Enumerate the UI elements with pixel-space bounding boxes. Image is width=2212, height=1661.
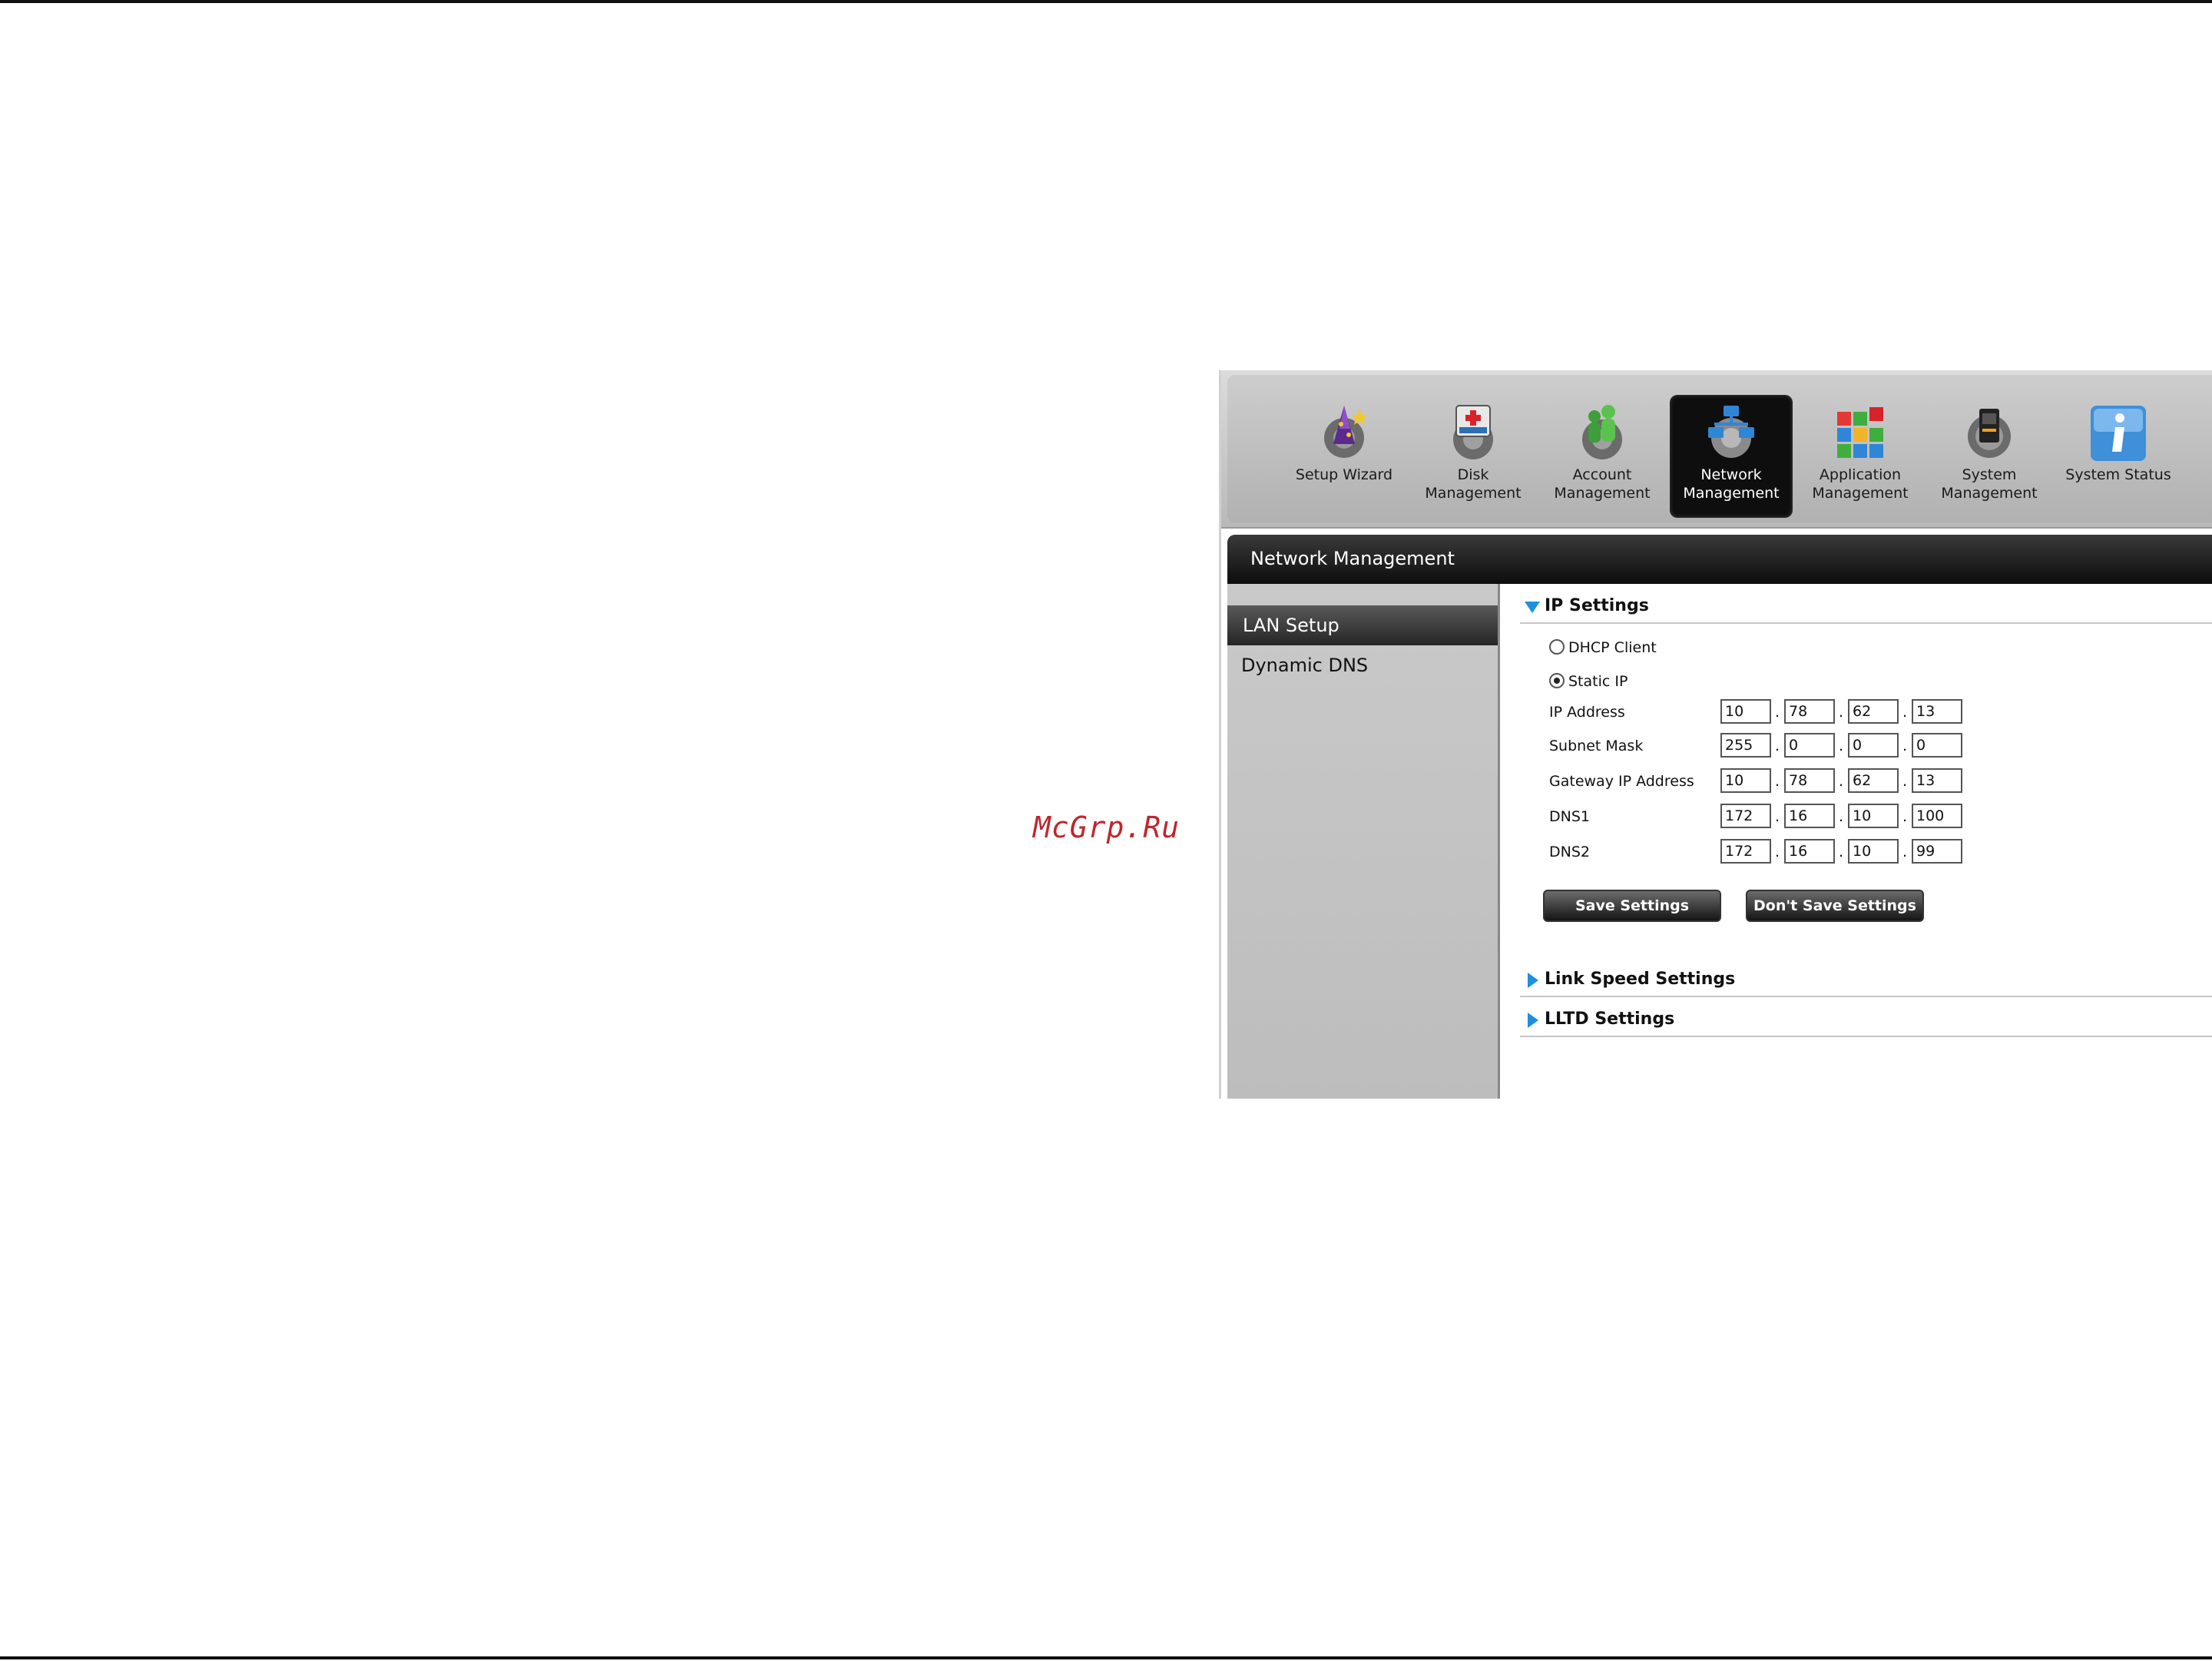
link-speed-settings-title: Link Speed Settings bbox=[1545, 970, 1736, 989]
dns2-octet-3[interactable] bbox=[1848, 839, 1899, 864]
watermark-text: McGrp.Ru bbox=[1033, 811, 1181, 844]
link-speed-settings-header[interactable]: Link Speed Settings bbox=[1520, 968, 2212, 997]
save-settings-button[interactable]: Save Settings bbox=[1543, 890, 1721, 922]
toolbar-label: Disk Management bbox=[1425, 466, 1522, 502]
toolbar-label: Account Management bbox=[1554, 466, 1651, 502]
dhcp-client-label: DHCP Client bbox=[1568, 639, 1657, 656]
toolbar-label: System Status bbox=[2065, 466, 2171, 483]
network-icon bbox=[1708, 406, 1754, 458]
toolbar-label: System Management bbox=[1941, 466, 2038, 502]
toolbar-label: Setup Wizard bbox=[1295, 466, 1393, 483]
gateway-octet-4[interactable] bbox=[1912, 768, 1962, 793]
panel-title: Network Management bbox=[1250, 548, 1455, 569]
ip-address-label: IP Address bbox=[1549, 704, 1625, 721]
ip-settings-actions: Save Settings Don't Save Settings bbox=[1543, 890, 2004, 923]
triangle-right-icon bbox=[1528, 1013, 1538, 1028]
lltd-settings-title: LLTD Settings bbox=[1545, 1010, 1675, 1029]
dns1-label: DNS1 bbox=[1549, 808, 1590, 825]
triangle-right-icon bbox=[1528, 973, 1538, 988]
dns1-octet-3[interactable] bbox=[1848, 804, 1899, 828]
nas-web-ui: Setup Wizard Disk Management Account Man… bbox=[1219, 370, 2212, 1099]
sidebar-item-dynamic-dns[interactable]: Dynamic DNS bbox=[1227, 645, 1498, 685]
subnet-mask-octet-1[interactable] bbox=[1720, 733, 1771, 758]
lltd-settings-header[interactable]: LLTD Settings bbox=[1520, 1008, 2212, 1037]
triangle-down-icon bbox=[1525, 602, 1540, 613]
toolbar-application-management[interactable]: Application Management bbox=[1799, 395, 1922, 518]
dns1-octet-4[interactable] bbox=[1912, 804, 1962, 828]
toolbar-label: Network Management bbox=[1683, 466, 1780, 502]
dns2-octet-2[interactable] bbox=[1784, 839, 1835, 864]
bottom-rule bbox=[0, 1656, 2212, 1659]
gateway-label: Gateway IP Address bbox=[1549, 773, 1694, 790]
toolbar-system-status[interactable]: System Status bbox=[2057, 395, 2180, 518]
dns1-octet-1[interactable] bbox=[1720, 804, 1771, 828]
dns2-octet-1[interactable] bbox=[1720, 839, 1771, 864]
toolbar-setup-wizard[interactable]: Setup Wizard bbox=[1283, 395, 1406, 518]
ip-address-octet-4[interactable] bbox=[1912, 699, 1962, 724]
subnet-mask-octet-2[interactable] bbox=[1784, 733, 1835, 758]
dns2-label: DNS2 bbox=[1549, 844, 1590, 860]
ip-settings-header[interactable]: IP Settings bbox=[1520, 595, 2212, 624]
ip-address-octet-2[interactable] bbox=[1784, 699, 1835, 724]
system-icon bbox=[1968, 409, 2011, 458]
gateway-octet-3[interactable] bbox=[1848, 768, 1899, 793]
ip-settings-title: IP Settings bbox=[1545, 596, 1649, 615]
apps-icon bbox=[1837, 407, 1883, 458]
dont-save-settings-button[interactable]: Don't Save Settings bbox=[1746, 890, 1924, 922]
users-icon bbox=[1582, 405, 1622, 459]
info-icon bbox=[2091, 406, 2146, 461]
toolbar-label: Application Management bbox=[1812, 466, 1909, 502]
sidebar-item-lan-setup[interactable]: LAN Setup bbox=[1227, 605, 1498, 645]
dns2-octet-4[interactable] bbox=[1912, 839, 1962, 864]
ip-address-octet-1[interactable] bbox=[1720, 699, 1771, 724]
wizard-icon bbox=[1324, 406, 1368, 458]
sidebar-item-label: Dynamic DNS bbox=[1241, 655, 1369, 676]
gateway-octet-1[interactable] bbox=[1720, 768, 1771, 793]
disk-icon bbox=[1453, 405, 1493, 459]
toolbar-account-management[interactable]: Account Management bbox=[1541, 395, 1664, 518]
toolbar-network-management[interactable]: Network Management bbox=[1670, 395, 1793, 518]
main-toolbar: Setup Wizard Disk Management Account Man… bbox=[1221, 370, 2212, 529]
sidebar: LAN Setup Dynamic DNS bbox=[1227, 584, 1500, 1099]
toolbar-system-management[interactable]: System Management bbox=[1928, 395, 2051, 518]
subnet-mask-octet-3[interactable] bbox=[1848, 733, 1899, 758]
subnet-mask-octet-4[interactable] bbox=[1912, 733, 1962, 758]
subnet-mask-label: Subnet Mask bbox=[1549, 738, 1644, 754]
dhcp-client-radio[interactable] bbox=[1549, 639, 1565, 655]
content-area: IP Settings DHCP Client Static IP IP Add… bbox=[1500, 584, 2212, 1099]
ip-address-octet-3[interactable] bbox=[1848, 699, 1899, 724]
top-rule bbox=[0, 0, 2212, 3]
sidebar-item-label: LAN Setup bbox=[1243, 615, 1339, 636]
static-ip-label: Static IP bbox=[1568, 673, 1628, 690]
gateway-octet-2[interactable] bbox=[1784, 768, 1835, 793]
panel-header: Network Management bbox=[1227, 535, 2212, 584]
toolbar-disk-management[interactable]: Disk Management bbox=[1412, 395, 1535, 518]
dns1-octet-2[interactable] bbox=[1784, 804, 1835, 828]
static-ip-radio[interactable] bbox=[1549, 673, 1565, 688]
